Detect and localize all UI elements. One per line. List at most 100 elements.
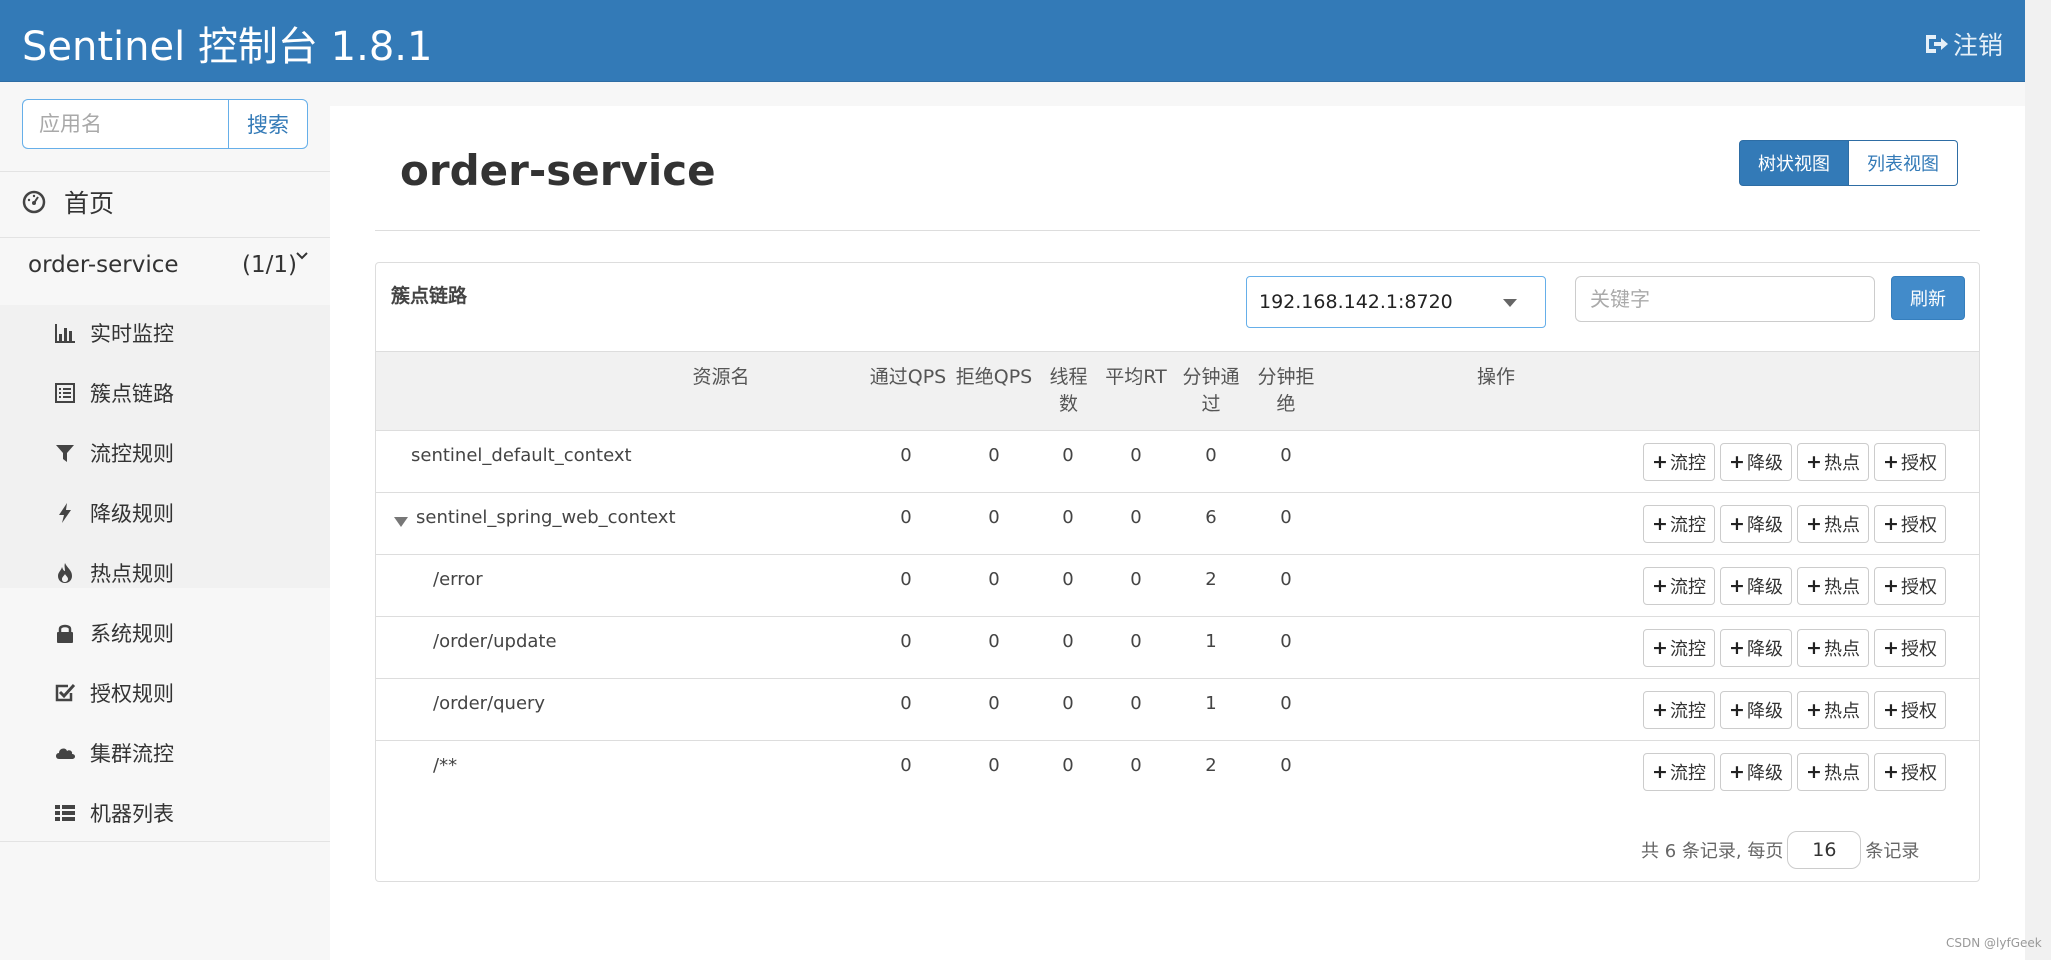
add-degrade-rule-button[interactable]: + 降级 (1720, 691, 1792, 729)
resource-name: sentinel_spring_web_context (416, 507, 676, 528)
pass-qps: 0 (900, 507, 912, 528)
page-scrollbar[interactable] (2025, 0, 2051, 960)
add-degrade-rule-button[interactable]: + 降级 (1720, 753, 1792, 791)
add-authority-rule-button[interactable]: + 授权 (1874, 443, 1946, 481)
block-qps: 0 (988, 507, 1000, 528)
sidebar-item-system-rules[interactable]: 系统规则 (54, 618, 174, 648)
minute-pass: 2 (1205, 569, 1217, 590)
panel-title: 簇点链路 (391, 285, 468, 307)
add-hotspot-rule-button[interactable]: + 热点 (1797, 567, 1869, 605)
bar-chart-icon (55, 324, 75, 343)
tree-view-button[interactable]: 树状视图 (1739, 140, 1849, 186)
app-search-button[interactable]: 搜索 (228, 99, 308, 149)
avg-rt: 0 (1130, 569, 1142, 590)
op-label: 降级 (1746, 453, 1783, 474)
threads: 0 (1062, 507, 1074, 528)
op-label: 降级 (1746, 639, 1783, 660)
col-threads: 线程 数 (1031, 364, 1106, 418)
add-authority-rule-button[interactable]: + 授权 (1874, 629, 1946, 667)
caret-expanded-icon[interactable] (394, 517, 408, 527)
add-degrade-rule-button[interactable]: + 降级 (1720, 443, 1792, 481)
app-brand[interactable]: Sentinel 控制台 1.8.1 (22, 14, 432, 72)
add-degrade-rule-button[interactable]: + 降级 (1720, 629, 1792, 667)
add-flow-rule-button[interactable]: + 流控 (1643, 505, 1715, 543)
machine-select-value: 192.168.142.1:8720 (1259, 291, 1453, 313)
sidebar-item-authority-rules[interactable]: 授权规则 (54, 678, 174, 708)
op-label: 授权 (1900, 453, 1937, 474)
plus-icon: + (1729, 637, 1745, 659)
page-title: order-service (400, 146, 716, 195)
sidebar-item-home[interactable]: 首页 (22, 184, 114, 220)
keyword-search-input[interactable] (1575, 276, 1875, 322)
row-actions: + 流控 + 降级 + 热点 + 授权 (1643, 567, 1946, 605)
add-flow-rule-button[interactable]: + 流控 (1643, 443, 1715, 481)
minute-pass: 2 (1205, 755, 1217, 776)
add-degrade-rule-button[interactable]: + 降级 (1720, 505, 1792, 543)
pager-prefix: 共 6 条记录, 每页 (1641, 841, 1784, 862)
resource-name: sentinel_default_context (411, 445, 632, 466)
sidebar-app-order-service[interactable]: order-service (1/1) (28, 252, 312, 278)
plus-icon: + (1652, 699, 1668, 721)
sidebar-divider (0, 841, 330, 842)
add-hotspot-rule-button[interactable]: + 热点 (1797, 629, 1869, 667)
plus-icon: + (1806, 761, 1822, 783)
add-authority-rule-button[interactable]: + 授权 (1874, 505, 1946, 543)
add-flow-rule-button[interactable]: + 流控 (1643, 691, 1715, 729)
threads: 0 (1062, 569, 1074, 590)
caret-down-icon (1503, 299, 1517, 307)
sidebar-item-degrade-rules[interactable]: 降级规则 (54, 498, 174, 528)
sidebar-item-param-flow-rules[interactable]: 热点规则 (54, 558, 174, 588)
sidebar-item-label: 首页 (64, 189, 115, 218)
app-search-input[interactable] (22, 99, 228, 149)
sidebar-item-cluster-flow[interactable]: 集群流控 (54, 738, 174, 768)
block-qps: 0 (988, 445, 1000, 466)
sidebar-item-label: 授权规则 (90, 682, 174, 706)
list-view-button[interactable]: 列表视图 (1849, 140, 1958, 186)
col-threads-line1: 线程 (1049, 366, 1088, 388)
logout-button[interactable]: 注销 (1923, 26, 2003, 62)
dashboard-icon (22, 190, 46, 214)
threads: 0 (1062, 445, 1074, 466)
plus-icon: + (1729, 513, 1745, 535)
op-label: 热点 (1823, 515, 1860, 536)
add-flow-rule-button[interactable]: + 流控 (1643, 629, 1715, 667)
row-actions: + 流控 + 降级 + 热点 + 授权 (1643, 629, 1946, 667)
table-row: /order/query 0 0 0 0 1 0 + 流控 + 降级 + 热点 + 授权 (376, 679, 1979, 741)
add-degrade-rule-button[interactable]: + 降级 (1720, 567, 1792, 605)
col-pass-qps: 通过QPS (869, 366, 947, 388)
add-authority-rule-button[interactable]: + 授权 (1874, 691, 1946, 729)
add-hotspot-rule-button[interactable]: + 热点 (1797, 505, 1869, 543)
app-submenu: 实时监控 簇点链路 流控规则 降级规则 热点规则 系统规则 授权规则 集群流控 … (0, 305, 330, 845)
block-qps: 0 (988, 755, 1000, 776)
machine-select[interactable]: 192.168.142.1:8720 (1246, 276, 1546, 328)
op-label: 热点 (1823, 763, 1860, 784)
add-hotspot-rule-button[interactable]: + 热点 (1797, 443, 1869, 481)
col-avg-rt: 平均RT (1105, 366, 1167, 388)
block-qps: 0 (988, 631, 1000, 652)
filter-icon (56, 445, 74, 462)
sidebar-item-flow-rules[interactable]: 流控规则 (54, 438, 174, 468)
add-hotspot-rule-button[interactable]: + 热点 (1797, 753, 1869, 791)
add-authority-rule-button[interactable]: + 授权 (1874, 753, 1946, 791)
fire-icon (58, 563, 72, 583)
add-flow-rule-button[interactable]: + 流控 (1643, 567, 1715, 605)
refresh-button[interactable]: 刷新 (1891, 276, 1965, 320)
add-authority-rule-button[interactable]: + 授权 (1874, 567, 1946, 605)
sidebar-item-cluster-point[interactable]: 簇点链路 (54, 378, 174, 408)
top-navbar: Sentinel 控制台 1.8.1 注销 (0, 0, 2025, 82)
cloud-icon (56, 748, 75, 759)
table-row: /order/update 0 0 0 0 1 0 + 流控 + 降级 + 热点 + 授… (376, 617, 1979, 679)
row-actions: + 流控 + 降级 + 热点 + 授权 (1643, 505, 1946, 543)
avg-rt: 0 (1130, 631, 1142, 652)
page-size-input[interactable] (1787, 831, 1862, 869)
col-minute-block: 分钟拒 绝 (1246, 364, 1326, 418)
op-label: 授权 (1900, 577, 1937, 598)
sidebar-item-realtime-monitor[interactable]: 实时监控 (54, 318, 174, 348)
app-machine-count: (1/1) (242, 252, 297, 278)
table-header: 资源名 通过QPS 拒绝QPS 线程 数 平均RT 分钟通 过 分钟拒 绝 操作 (376, 351, 1979, 431)
add-flow-rule-button[interactable]: + 流控 (1643, 753, 1715, 791)
sidebar-item-machine-list[interactable]: 机器列表 (54, 798, 174, 828)
pager-suffix: 条记录 (1865, 841, 1920, 862)
col-minute-pass: 分钟通 过 (1171, 364, 1251, 418)
add-hotspot-rule-button[interactable]: + 热点 (1797, 691, 1869, 729)
